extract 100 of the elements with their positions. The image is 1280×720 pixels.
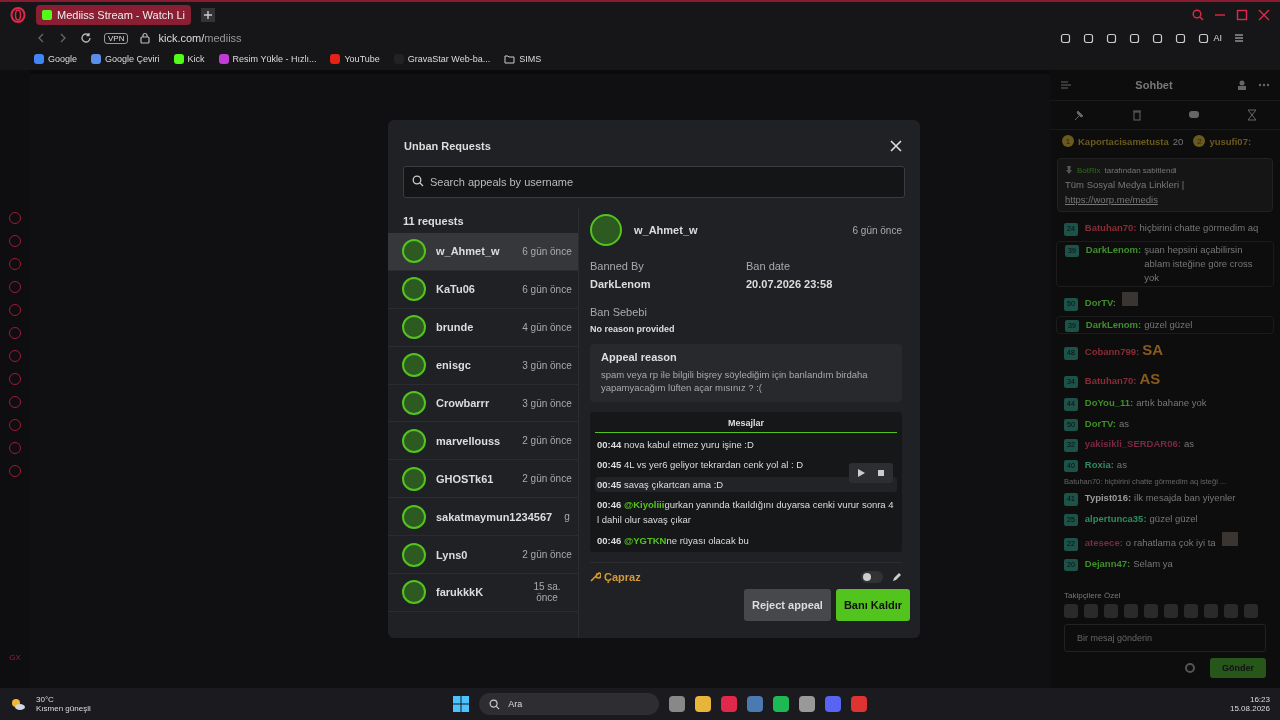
- settings-icon[interactable]: [1184, 662, 1196, 674]
- toggle-switch[interactable]: [861, 570, 883, 583]
- forward-icon[interactable]: [58, 33, 68, 43]
- request-item[interactable]: Lyns0 2 gün önce: [388, 536, 578, 574]
- clock-time: 16:23: [1249, 695, 1270, 704]
- chat-title: Sohbet: [1134, 79, 1174, 91]
- hammer-icon[interactable]: [1073, 109, 1086, 121]
- hourglass-icon[interactable]: [1246, 109, 1257, 121]
- chat-username[interactable]: Dejann47:: [1084, 556, 1131, 571]
- request-item[interactable]: w_Ahmet_w 6 gün önce: [388, 233, 578, 271]
- pin-link[interactable]: https://worp.me/medis: [1065, 194, 1265, 205]
- chat-username[interactable]: Roxia:: [1084, 457, 1114, 472]
- chat-text: güzel güzel: [1144, 317, 1193, 332]
- chat-username[interactable]: DorTV:: [1084, 416, 1116, 431]
- taskbar-app-icon[interactable]: [799, 696, 816, 712]
- pencil-icon[interactable]: [892, 571, 902, 582]
- request-time: g: [563, 511, 571, 523]
- chat-line: 00:45 savaş çıkartcan ama :D: [596, 477, 725, 492]
- opera-logo-icon[interactable]: [10, 7, 26, 23]
- pin-author: BotRix: [1077, 165, 1101, 175]
- new-tab-button[interactable]: [200, 8, 215, 22]
- chat-username[interactable]: DarkLenom:: [1085, 317, 1142, 332]
- username: w_Ahmet_w: [436, 245, 501, 258]
- chat-line: 00:46 @Kiyoliiigurkan yanında tkaıldığını duyarsa cenki vurur sonra 4 l dahil olur savaş çıkar: [596, 498, 895, 528]
- request-item[interactable]: brunde 4 gün önce: [388, 308, 578, 347]
- chat-bubble-icon[interactable]: [1188, 110, 1201, 120]
- clock-date: 15.08.2026: [1229, 704, 1270, 713]
- bookmark-link[interactable]: Resim Yükle - Hızlı...: [218, 54, 317, 64]
- chat-text: Selam ya: [1133, 556, 1173, 571]
- request-item[interactable]: sakatmaymun1234567 g: [388, 498, 578, 537]
- request-time: 6 gün önce: [522, 283, 572, 295]
- chat-text: güzel güzel: [1149, 511, 1198, 526]
- chat-line: 00:44 nova kabul etmez yuru işine :D: [596, 437, 755, 452]
- request-time: 6 gün önce: [522, 245, 572, 257]
- bookmark-link[interactable]: YouTube: [330, 54, 380, 64]
- wrench-icon: [590, 571, 601, 583]
- search-field[interactable]: Search appeals by username: [403, 166, 905, 198]
- bookmark-link[interactable]: Google: [34, 54, 78, 64]
- url-field[interactable]: kick.com/mediiss: [158, 32, 242, 44]
- bookmark-link[interactable]: SIMS: [504, 54, 542, 64]
- trash-icon[interactable]: [1131, 109, 1142, 121]
- bookmark-link[interactable]: Google Çeviri: [91, 54, 160, 64]
- close-icon[interactable]: [1258, 9, 1270, 21]
- moderator-name: Çapraz: [604, 570, 641, 583]
- request-item[interactable]: GHOSTk61 2 gün önce: [388, 460, 578, 499]
- back-icon[interactable]: [36, 33, 46, 43]
- chat-username[interactable]: Typist016:: [1084, 491, 1132, 506]
- avatar-icon: [402, 391, 426, 415]
- taskbar-app-icon[interactable]: [747, 696, 764, 712]
- emotes-label: Takipçilere Özel: [1063, 590, 1122, 602]
- close-button[interactable]: [888, 138, 904, 154]
- chat-username[interactable]: alpertunca35:: [1084, 511, 1147, 526]
- maximize-icon[interactable]: [1236, 9, 1248, 21]
- reject-appeal-button[interactable]: Reject appeal: [744, 588, 831, 621]
- users-icon[interactable]: [1236, 79, 1248, 91]
- vpn-badge[interactable]: VPN: [104, 32, 129, 44]
- appeal-title: Appeal reason: [601, 351, 678, 363]
- weather-icon: [10, 697, 26, 711]
- menu-icon[interactable]: [1234, 33, 1244, 43]
- chat-text: AS: [1139, 368, 1161, 389]
- message-input[interactable]: Bir mesaj gönderin: [1064, 624, 1266, 652]
- taskbar-app-icon[interactable]: [825, 696, 842, 712]
- request-count: 11 requests: [402, 214, 465, 229]
- copy-icon[interactable]: [877, 468, 885, 477]
- bookmark-link[interactable]: Kick: [173, 54, 205, 64]
- chat-text: as: [1183, 437, 1194, 452]
- request-item[interactable]: KaTu06 6 gün önce: [388, 270, 578, 309]
- avatar-icon: [402, 428, 426, 453]
- ai-button[interactable]: AI: [1213, 33, 1222, 43]
- rank-badge: 2: [1193, 135, 1206, 147]
- search-icon[interactable]: [1192, 9, 1204, 21]
- request-item[interactable]: Crowbarrr 3 gün önce: [388, 384, 578, 423]
- taskbar-app-icon[interactable]: [695, 696, 712, 712]
- avatar-icon: [402, 353, 426, 378]
- request-item[interactable]: enisgc 3 gün önce: [388, 346, 578, 385]
- taskbar-app-icon[interactable]: [851, 696, 868, 712]
- field-value: 20.07.2026 23:58: [746, 278, 834, 290]
- emote-icon: [1221, 532, 1238, 547]
- avatar-icon: [402, 315, 426, 340]
- windows-start-icon[interactable]: [453, 696, 470, 712]
- chat-text: o rahatlama çok iyi ta: [1125, 536, 1216, 551]
- field-label: Banned By: [590, 260, 645, 272]
- chat-text: as: [1116, 457, 1127, 472]
- browser-tab[interactable]: Mediiss Stream - Watch Li: [36, 5, 191, 25]
- chat-username[interactable]: DarkLenom:: [1085, 242, 1142, 257]
- bookmark-link[interactable]: GravaStar Web-ba...: [393, 54, 491, 64]
- unban-button[interactable]: Banı Kaldır: [835, 588, 910, 621]
- taskbar-app-icon[interactable]: [669, 696, 686, 712]
- chat-text: şuan hepsini açabilirsin ablam isteğine göre cross yok: [1144, 242, 1254, 285]
- chat-username[interactable]: DoYou_11:: [1084, 396, 1134, 411]
- taskbar-app-icon[interactable]: [773, 696, 790, 712]
- request-item[interactable]: farukkkK 15 sa. önce: [388, 574, 578, 612]
- reload-icon[interactable]: [80, 32, 92, 44]
- taskbar-app-icon[interactable]: [721, 696, 738, 712]
- messages-tab[interactable]: Mesajlar: [595, 417, 897, 433]
- play-icon[interactable]: [857, 468, 865, 477]
- more-icon[interactable]: [1258, 83, 1270, 87]
- taskbar-search[interactable]: Ara: [479, 693, 660, 715]
- chat-username[interactable]: DorTV:: [1084, 296, 1116, 311]
- request-item[interactable]: marvellouss 2 gün önce: [388, 422, 578, 461]
